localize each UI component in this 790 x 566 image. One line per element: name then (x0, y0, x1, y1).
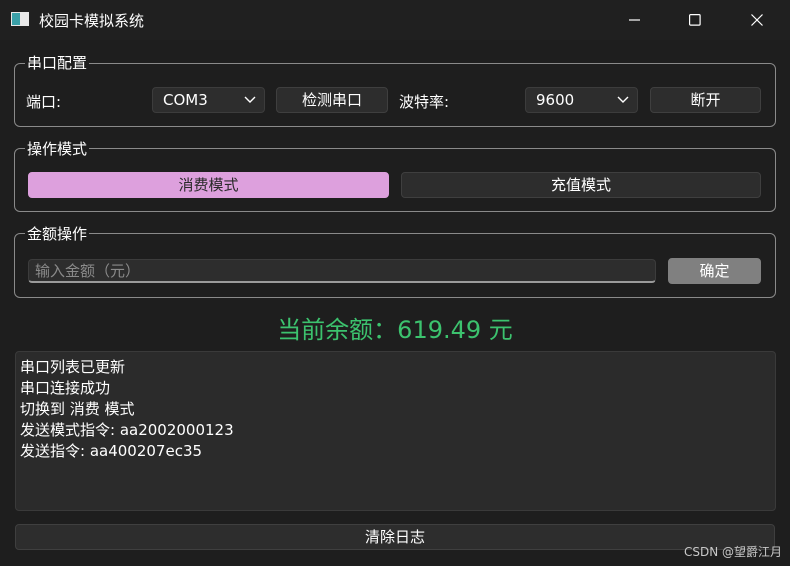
detect-port-button[interactable]: 检测串口 (276, 87, 388, 113)
app-icon (11, 12, 29, 26)
watermark: CSDN @望爵江月 (683, 545, 782, 559)
current-balance: 当前余额：619.49 元 (277, 316, 513, 344)
recharge-mode-button[interactable]: 充值模式 (401, 172, 761, 198)
minimize-icon (629, 19, 640, 21)
baud-rate-select[interactable]: 9600 (525, 87, 638, 113)
minimize-button[interactable] (606, 0, 664, 40)
log-line: 串口列表已更新 (20, 358, 126, 376)
log-line: 发送指令: aa400207ec35 (20, 442, 203, 460)
log-area[interactable]: 串口列表已更新 串口连接成功 切换到 消费 模式 发送模式指令: aa20020… (15, 351, 776, 511)
close-icon (751, 14, 763, 26)
chevron-down-icon (244, 96, 256, 103)
confirm-button[interactable]: 确定 (668, 258, 761, 284)
operation-mode-label: 操作模式 (25, 138, 90, 159)
port-label: 端口: (26, 93, 62, 111)
amount-operation-label: 金额操作 (25, 223, 90, 244)
consume-mode-button[interactable]: 消费模式 (28, 172, 389, 198)
baud-rate-select-value: 9600 (536, 91, 575, 109)
maximize-icon (689, 14, 701, 26)
port-select-value: COM3 (163, 91, 208, 109)
clear-log-button[interactable]: 清除日志 (15, 524, 775, 550)
serial-config-label: 串口配置 (25, 52, 90, 73)
log-line: 切换到 消费 模式 (20, 400, 135, 418)
log-line: 串口连接成功 (20, 379, 111, 397)
chevron-down-icon (617, 96, 629, 103)
port-select[interactable]: COM3 (152, 87, 265, 113)
maximize-button[interactable] (666, 0, 724, 40)
amount-input[interactable] (28, 259, 656, 283)
close-button[interactable] (728, 0, 786, 40)
window-title: 校园卡模拟系统 (39, 12, 145, 30)
log-line: 发送模式指令: aa2002000123 (20, 421, 234, 439)
title-bar: 校园卡模拟系统 (0, 0, 790, 40)
disconnect-button[interactable]: 断开 (650, 87, 761, 113)
baud-rate-label: 波特率: (399, 93, 450, 111)
